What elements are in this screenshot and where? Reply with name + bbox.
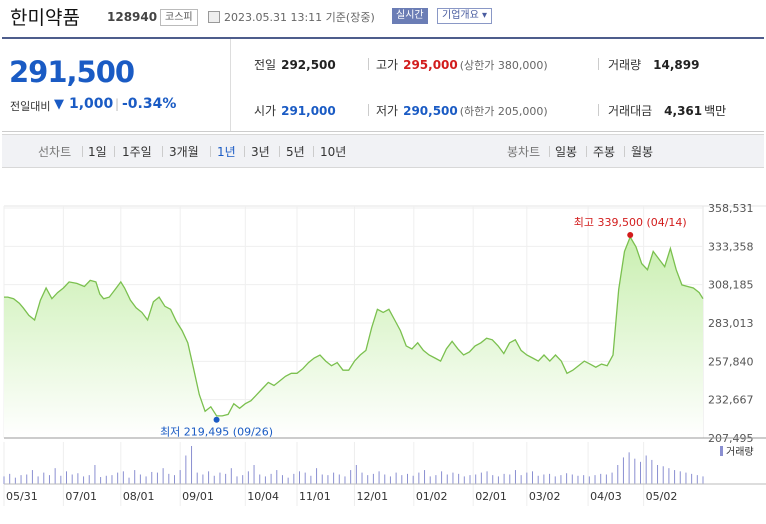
x-tick-label: 09/01 bbox=[182, 490, 214, 503]
open-price: 시가 291,000 bbox=[254, 102, 336, 119]
tab-monthly[interactable]: 월봉 bbox=[631, 143, 653, 160]
turnover-label: 거래대금 bbox=[608, 104, 653, 118]
prev-close-value: 292,500 bbox=[281, 58, 336, 72]
change-value: 1,000 bbox=[69, 96, 114, 112]
volume-legend-label: 거래량 bbox=[726, 446, 754, 458]
tab-divider bbox=[279, 146, 280, 157]
volume: 거래량 14,899 bbox=[608, 56, 699, 73]
max-point bbox=[627, 231, 634, 238]
x-tick-label: 08/01 bbox=[123, 490, 155, 503]
line-chart-label: 선차트 bbox=[38, 145, 72, 159]
x-tick-label: 11/01 bbox=[299, 490, 331, 503]
y-tick-label: 232,667 bbox=[708, 394, 754, 407]
high-value: 295,000 bbox=[403, 58, 458, 72]
lower-limit: (하한가 205,000) bbox=[459, 105, 548, 118]
day-low: 저가 290,500 (하한가 205,000) bbox=[376, 102, 548, 119]
tab-divider bbox=[82, 146, 83, 157]
tab-1y[interactable]: 1년 bbox=[217, 143, 236, 160]
current-price: 291,500 bbox=[9, 55, 135, 89]
volume-legend-icon bbox=[720, 446, 723, 456]
price-area bbox=[4, 237, 703, 438]
x-tick-label: 05/02 bbox=[646, 490, 678, 503]
title-bar: 한미약품 128940 코스피 2023.05.31 13:11 기준(장중) … bbox=[0, 0, 766, 34]
high-label: 고가 bbox=[376, 58, 399, 72]
stock-name: 한미약품 bbox=[10, 7, 80, 29]
divider bbox=[368, 58, 369, 70]
prev-close: 전일 292,500 bbox=[254, 56, 336, 73]
candle-chart-label: 봉차트 bbox=[507, 145, 541, 159]
max-label: 최고 339,500 (04/14) bbox=[574, 216, 687, 229]
x-tick-label: 05/31 bbox=[6, 490, 38, 503]
y-tick-label: 283,013 bbox=[708, 317, 754, 330]
tab-divider bbox=[162, 146, 163, 157]
change-percent: -0.34% bbox=[122, 96, 177, 112]
y-tick-label: 333,358 bbox=[708, 240, 754, 253]
volume-value: 14,899 bbox=[653, 58, 700, 72]
turnover-unit: 백만 bbox=[704, 104, 727, 118]
open-value: 291,000 bbox=[281, 104, 336, 118]
tab-3m[interactable]: 3개월 bbox=[169, 143, 199, 160]
prev-close-label: 전일 bbox=[254, 58, 277, 72]
open-label: 시가 bbox=[254, 104, 277, 118]
volume-label: 거래량 bbox=[608, 58, 642, 72]
y-tick-label: 308,185 bbox=[708, 279, 754, 292]
x-tick-label: 03/02 bbox=[529, 490, 561, 503]
tab-1d[interactable]: 1일 bbox=[88, 143, 107, 160]
x-tick-label: 07/01 bbox=[65, 490, 97, 503]
realtime-button[interactable]: 실시간 bbox=[392, 8, 428, 24]
tab-10y[interactable]: 10년 bbox=[320, 143, 346, 160]
price-chart: 05/31 07/01 08/01 09/01 10/04 11/01 12/01 01/02… bbox=[3, 202, 766, 506]
x-tick-label: 01/02 bbox=[416, 490, 448, 503]
x-tick-label: 02/01 bbox=[475, 490, 507, 503]
tab-divider bbox=[114, 146, 115, 157]
x-tick-label: 04/03 bbox=[590, 490, 622, 503]
min-point bbox=[213, 416, 220, 423]
upper-limit: (상한가 380,000) bbox=[459, 59, 548, 72]
market-badge: 코스피 bbox=[160, 9, 198, 26]
tab-5y[interactable]: 5년 bbox=[286, 143, 305, 160]
tab-divider bbox=[549, 146, 550, 157]
company-overview-button[interactable]: 기업개요 ▾ bbox=[437, 8, 492, 24]
quote-panel: 291,500 전일대비 ▼ 1,000 | -0.34% 전일 292,500 … bbox=[2, 37, 764, 132]
y-tick-label: 257,840 bbox=[708, 355, 754, 368]
turnover: 거래대금 4,361 백만 bbox=[608, 102, 726, 119]
day-high: 고가 295,000 (상한가 380,000) bbox=[376, 56, 548, 73]
min-label: 최저 219,495 (09/26) bbox=[160, 426, 273, 439]
divider bbox=[598, 104, 599, 116]
tab-divider bbox=[313, 146, 314, 157]
tab-3y[interactable]: 3년 bbox=[251, 143, 270, 160]
x-tick-label: 12/01 bbox=[356, 490, 388, 503]
turnover-value: 4,361 bbox=[664, 104, 703, 118]
divider bbox=[368, 104, 369, 116]
tab-divider bbox=[210, 146, 211, 157]
tab-divider bbox=[624, 146, 625, 157]
tab-weekly[interactable]: 주봉 bbox=[593, 143, 615, 160]
down-arrow-icon: ▼ bbox=[54, 97, 64, 112]
tab-daily[interactable]: 일봉 bbox=[555, 143, 577, 160]
timestamp: 2023.05.31 13:11 기준(장중) bbox=[224, 11, 375, 24]
low-value: 290,500 bbox=[403, 104, 458, 118]
tab-divider bbox=[244, 146, 245, 157]
x-tick-label: 10/04 bbox=[247, 490, 279, 503]
tab-divider bbox=[586, 146, 587, 157]
price-block: 291,500 전일대비 ▼ 1,000 | -0.34% bbox=[2, 39, 231, 131]
period-tabs: 선차트 1일 1주일 3개월 1년 3년 5년 10년 봉차트 일봉 주봉 월봉 bbox=[2, 134, 764, 168]
y-tick-label: 358,531 bbox=[708, 202, 754, 215]
tab-1w[interactable]: 1주일 bbox=[122, 143, 152, 160]
calendar-icon bbox=[208, 11, 220, 23]
change-separator: | bbox=[115, 97, 120, 111]
stock-code: 128940 bbox=[107, 10, 158, 24]
divider bbox=[598, 58, 599, 70]
change-label: 전일대비 bbox=[10, 100, 51, 113]
low-label: 저가 bbox=[376, 104, 399, 118]
